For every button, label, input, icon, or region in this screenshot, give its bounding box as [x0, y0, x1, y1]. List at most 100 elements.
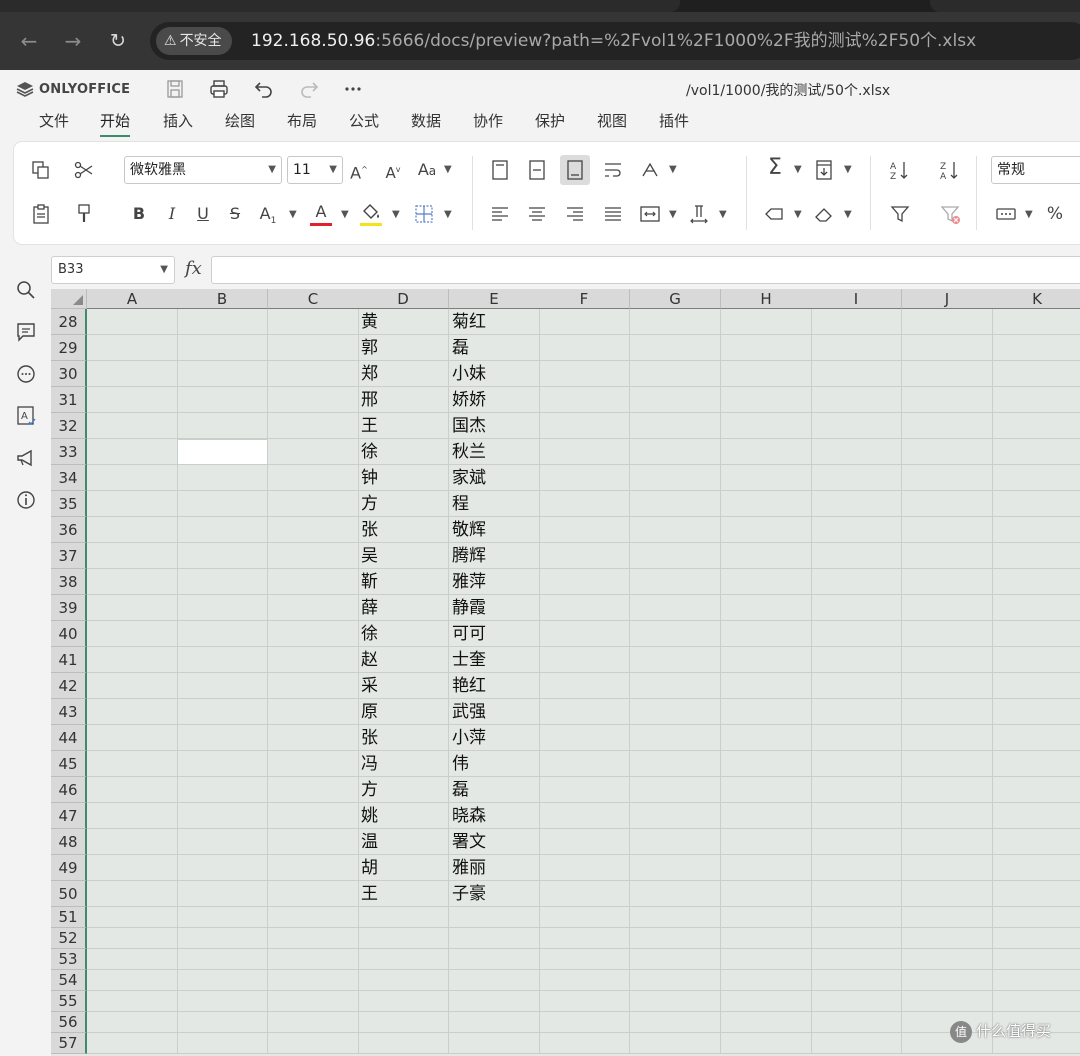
grid-cell[interactable] — [268, 543, 359, 569]
fill-color-icon[interactable] — [359, 200, 383, 224]
text-direction-icon[interactable] — [687, 202, 711, 226]
row-header[interactable]: 30 — [51, 361, 87, 387]
grid-cell[interactable] — [358, 1012, 449, 1033]
grid-cell[interactable] — [811, 777, 902, 803]
grid-cell[interactable] — [811, 335, 902, 361]
grid-cell[interactable]: 冯 — [358, 751, 449, 777]
grid-cell[interactable] — [992, 777, 1080, 803]
grid-cell[interactable] — [992, 907, 1080, 928]
merge-cells-icon[interactable] — [638, 202, 662, 226]
menu-view[interactable]: 视图 — [597, 110, 627, 131]
grid-cell[interactable]: 武强 — [449, 699, 540, 725]
grid-cell[interactable] — [177, 361, 268, 387]
grid-cell[interactable] — [630, 647, 721, 673]
grid-cell[interactable] — [539, 543, 630, 569]
grid-cell[interactable] — [811, 829, 902, 855]
align-top-icon[interactable] — [488, 158, 512, 182]
grid-cell[interactable] — [87, 1033, 178, 1054]
text-orientation-icon[interactable] — [638, 158, 662, 182]
grid-cell[interactable] — [539, 928, 630, 949]
grid-cell[interactable] — [721, 491, 812, 517]
grid-cell[interactable] — [630, 928, 721, 949]
grid-cell[interactable]: 郑 — [358, 361, 449, 387]
grid-cell[interactable] — [721, 881, 812, 907]
grid-cell[interactable] — [630, 1012, 721, 1033]
grid-cell[interactable] — [630, 335, 721, 361]
row-header[interactable]: 43 — [51, 699, 87, 725]
grid-cell[interactable] — [902, 881, 993, 907]
grid-cell[interactable] — [268, 1012, 359, 1033]
grid-cell[interactable] — [449, 1012, 540, 1033]
grid-cell[interactable] — [268, 439, 359, 465]
grid-cell[interactable] — [811, 465, 902, 491]
grid-cell[interactable] — [721, 907, 812, 928]
grid-cell[interactable] — [268, 673, 359, 699]
grid-cell[interactable] — [811, 309, 902, 335]
grid-cell[interactable] — [449, 970, 540, 991]
grid-cell[interactable] — [539, 855, 630, 881]
grid-cell[interactable] — [177, 517, 268, 543]
font-size-select[interactable]: 11 ▼ — [287, 156, 343, 184]
grid-cell[interactable] — [177, 673, 268, 699]
grid-cell[interactable] — [992, 829, 1080, 855]
grid-cell[interactable] — [992, 991, 1080, 1012]
grid-cell[interactable] — [630, 465, 721, 491]
grid-cell[interactable] — [539, 829, 630, 855]
grid-cell[interactable] — [87, 517, 178, 543]
menu-collaborate[interactable]: 协作 — [473, 110, 503, 131]
grid-cell[interactable]: 采 — [358, 673, 449, 699]
grid-cell[interactable] — [87, 387, 178, 413]
grid-cell[interactable]: 国杰 — [449, 413, 540, 439]
grid-cell[interactable] — [992, 465, 1080, 491]
grid-cell[interactable] — [87, 335, 178, 361]
chevron-down-icon[interactable]: ▼ — [444, 209, 452, 220]
spellcheck-icon[interactable]: A — [14, 404, 38, 428]
grid-cell[interactable] — [630, 803, 721, 829]
grid-cell[interactable]: 吴 — [358, 543, 449, 569]
align-right-icon[interactable] — [563, 202, 587, 226]
grid-cell[interactable] — [268, 309, 359, 335]
grid-cell[interactable] — [721, 991, 812, 1012]
grid-cell[interactable] — [811, 387, 902, 413]
grid-cell[interactable] — [268, 517, 359, 543]
grid-cell[interactable]: 张 — [358, 517, 449, 543]
grid-cell[interactable]: 王 — [358, 881, 449, 907]
grid-cell[interactable] — [902, 855, 993, 881]
fill-down-icon[interactable] — [812, 158, 836, 182]
grid-cell[interactable] — [902, 517, 993, 543]
grid-cell[interactable] — [721, 803, 812, 829]
grid-cell[interactable] — [902, 335, 993, 361]
grid-cell[interactable] — [177, 907, 268, 928]
column-header-f[interactable]: F — [539, 289, 630, 309]
grid-cell[interactable] — [87, 647, 178, 673]
grid-cell[interactable]: 雅萍 — [449, 569, 540, 595]
grid-cell[interactable] — [902, 970, 993, 991]
grid-cell[interactable] — [811, 991, 902, 1012]
grid-cell[interactable] — [992, 803, 1080, 829]
grid-cell[interactable] — [721, 855, 812, 881]
grid-cell[interactable] — [87, 949, 178, 970]
grid-cell[interactable] — [630, 751, 721, 777]
grid-cell[interactable] — [811, 1012, 902, 1033]
grid-cell[interactable] — [630, 309, 721, 335]
chevron-down-icon[interactable]: ▼ — [444, 164, 452, 175]
grid-cell[interactable] — [902, 991, 993, 1012]
row-header[interactable]: 57 — [51, 1033, 87, 1054]
save-icon[interactable] — [164, 78, 186, 100]
grid-cell[interactable] — [902, 751, 993, 777]
grid-cell[interactable] — [177, 491, 268, 517]
underline-icon[interactable]: U — [192, 202, 214, 226]
grid-cell[interactable] — [177, 855, 268, 881]
grid-cell[interactable]: 徐 — [358, 439, 449, 465]
grid-cell[interactable] — [177, 569, 268, 595]
grid-cell[interactable]: 娇娇 — [449, 387, 540, 413]
grid-cell[interactable] — [539, 1012, 630, 1033]
grid-cell[interactable] — [87, 751, 178, 777]
grid-cell[interactable] — [630, 569, 721, 595]
grid-cell[interactable] — [268, 387, 359, 413]
grid-cell[interactable] — [811, 621, 902, 647]
grid-cell[interactable] — [811, 1033, 902, 1054]
grid-cell[interactable] — [268, 970, 359, 991]
grid-cell[interactable] — [992, 855, 1080, 881]
grid-cell[interactable] — [87, 829, 178, 855]
